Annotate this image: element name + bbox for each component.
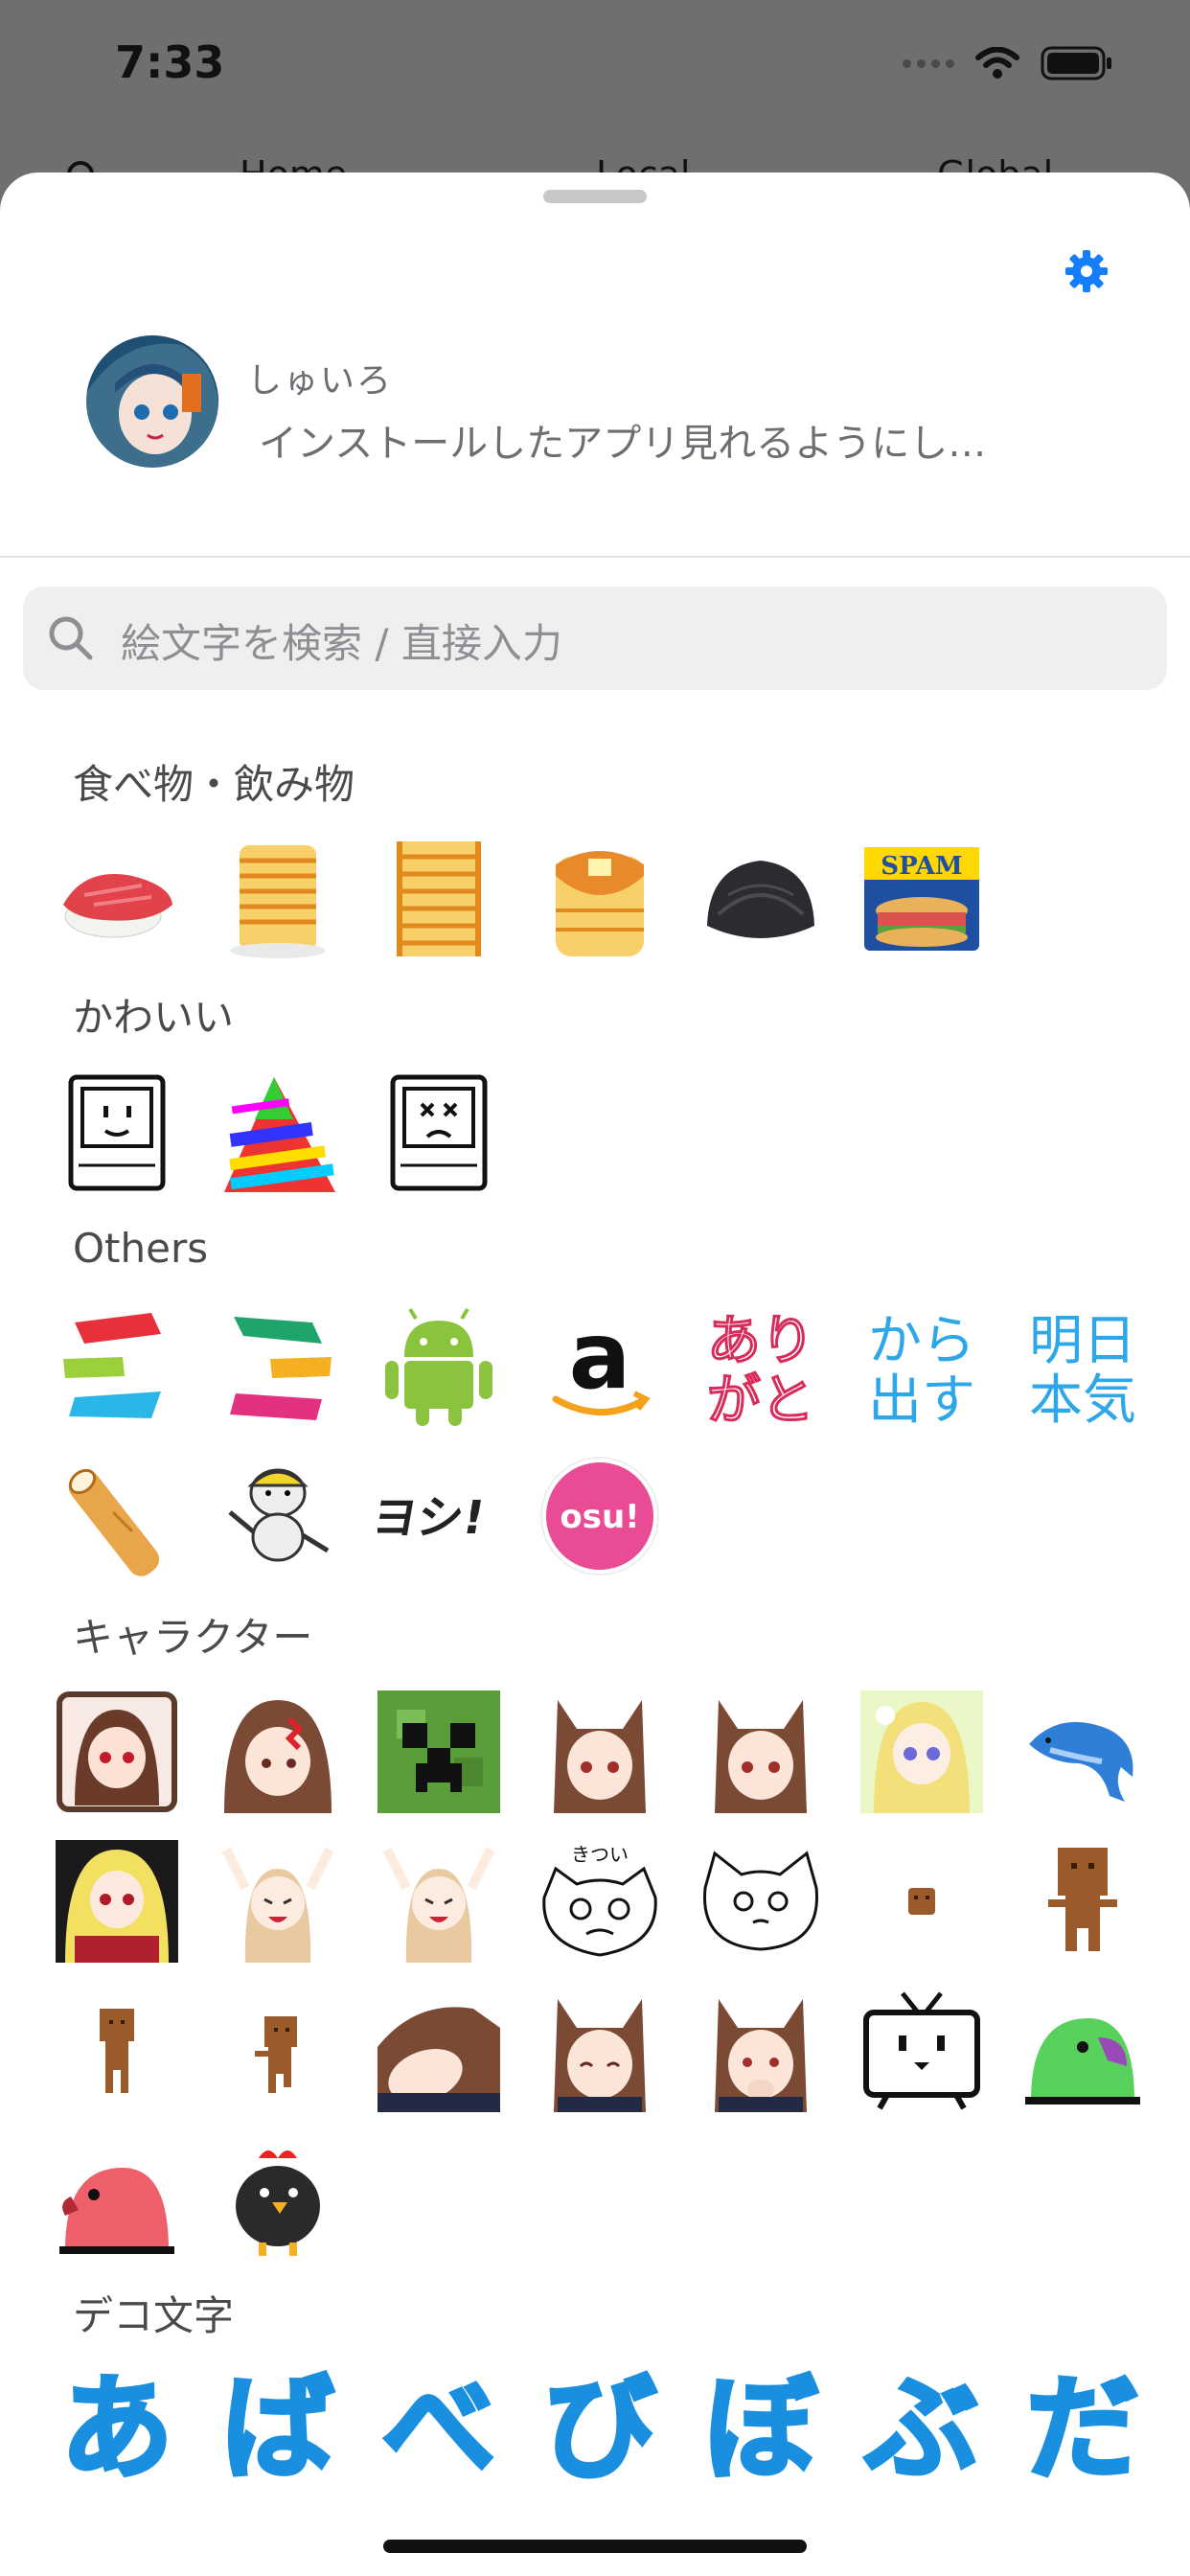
emoji-pancakes-2[interactable] — [378, 838, 500, 960]
emoji-grid-food: SPAM — [56, 838, 1138, 960]
section-title-food: 食べ物・飲み物 — [73, 761, 355, 808]
arigato-line-1: あり — [707, 1310, 814, 1372]
emoji-genba-neko[interactable] — [217, 1455, 339, 1577]
deco-char-a[interactable]: あ — [56, 2365, 178, 2492]
emoji-osu[interactable]: osu! — [538, 1455, 661, 1577]
emoji-grid-others: a あり がと から 出す 明日 本気 ヨシ! osu! — [56, 1305, 1138, 1577]
section-title-others: Others — [73, 1225, 209, 1272]
emoji-catgirl-2[interactable] — [699, 1690, 822, 1813]
ashita-line-2: 本気 — [1029, 1369, 1136, 1428]
emoji-sleeping-girl[interactable] — [378, 1990, 500, 2112]
deco-char-bo[interactable]: ぼ — [699, 2365, 822, 2492]
emoji-angry-girl[interactable] — [217, 1690, 339, 1813]
gear-icon[interactable] — [1064, 249, 1109, 293]
karadasu-line-2: 出す — [868, 1369, 975, 1428]
avatar[interactable] — [86, 335, 218, 468]
section-title-cute: かわいい — [73, 994, 235, 1041]
emoji-ashita-honki[interactable]: 明日 本気 — [1021, 1305, 1144, 1428]
deco-char-ba[interactable]: ば — [217, 2365, 339, 2492]
emoji-triple-bars[interactable] — [56, 1305, 178, 1428]
wifi-icon — [975, 47, 1019, 79]
section-title-deco: デコ文字 — [73, 2292, 235, 2339]
emoji-chicken[interactable] — [217, 2139, 339, 2262]
emoji-sushi[interactable] — [56, 838, 178, 960]
ashita-line-1: 明日 — [1029, 1310, 1136, 1372]
emoji-dolphin[interactable] — [1021, 1690, 1144, 1813]
emoji-party-parrot-red[interactable] — [56, 2139, 178, 2262]
emoji-girl-framed[interactable] — [56, 1690, 178, 1813]
emoji-party-parrot-green[interactable] — [1021, 1990, 1144, 2112]
battery-icon — [1041, 46, 1111, 80]
emoji-sad-mac[interactable] — [378, 1071, 500, 1194]
emoji-pixel-man-2[interactable] — [56, 1990, 178, 2112]
emoji-niconico-tv[interactable] — [860, 1990, 983, 2112]
emoji-pixel-man-3[interactable] — [217, 1990, 339, 2112]
home-indicator[interactable] — [383, 2540, 807, 2553]
emoji-clam[interactable] — [699, 838, 822, 960]
signal-icon — [903, 58, 954, 68]
emoji-happy-mac[interactable] — [56, 1071, 178, 1194]
emoji-amazon[interactable]: a — [538, 1305, 661, 1428]
osu-text: osu! — [560, 1498, 639, 1536]
status-icons — [903, 46, 1113, 80]
emoji-grid-deco: あ ば べ び ぼ ぶ だ — [56, 2365, 1141, 2492]
emoji-catgirl-hand[interactable] — [699, 1990, 822, 2112]
deco-char-da[interactable]: だ — [1021, 2365, 1144, 2492]
status-time: 7:33 — [115, 36, 225, 88]
emoji-cheer-girl-1[interactable] — [217, 1840, 339, 1963]
emoji-chikuwa[interactable] — [56, 1455, 178, 1577]
emoji-android[interactable] — [378, 1305, 500, 1428]
profile-row[interactable]: しゅいろ インストールしたアプリ見れるようにし… — [0, 335, 1190, 498]
emoji-goth-girl[interactable] — [56, 1840, 178, 1963]
emoji-pancake-syrup[interactable] — [538, 838, 661, 960]
emoji-blonde-girl[interactable] — [860, 1690, 983, 1813]
section-title-characters: キャラクター — [73, 1614, 313, 1661]
emoji-rainbow-party[interactable] — [217, 1071, 339, 1194]
svg-text:a: a — [569, 1305, 631, 1410]
emoji-yoshi[interactable]: ヨシ! — [378, 1455, 500, 1577]
emoji-grid-cute — [56, 1071, 1138, 1194]
emoji-catgirl-1[interactable] — [538, 1690, 661, 1813]
emoji-kitsui-cat[interactable]: きつい — [538, 1840, 661, 1963]
emoji-creeper[interactable] — [378, 1690, 500, 1813]
divider — [0, 556, 1190, 558]
karadasu-line-1: から — [868, 1310, 975, 1372]
emoji-spam[interactable]: SPAM — [860, 838, 983, 960]
deco-char-bi[interactable]: び — [538, 2365, 661, 2492]
spam-label: SPAM — [881, 852, 962, 881]
emoji-white-cat[interactable] — [699, 1840, 822, 1963]
kitsui-text: きつい — [571, 1843, 629, 1866]
status-bar: 7:33 — [0, 0, 1190, 134]
deco-char-be[interactable]: べ — [378, 2365, 500, 2492]
search-field[interactable]: 絵文字を検索 / 直接入力 — [23, 586, 1167, 690]
deco-char-bu[interactable]: ぶ — [860, 2365, 983, 2492]
search-icon — [49, 616, 93, 660]
status-message: インストールしたアプリ見れるようにし… — [259, 422, 987, 466]
emoji-karadasu[interactable]: から 出す — [860, 1305, 983, 1428]
emoji-picker-sheet: しゅいろ インストールしたアプリ見れるようにし… 絵文字を検索 / 直接入力 食… — [0, 172, 1190, 2576]
username: しゅいろ — [247, 361, 394, 401]
emoji-arigato[interactable]: あり がと — [699, 1305, 822, 1429]
emoji-catgirl-smile[interactable] — [538, 1990, 661, 2112]
search-placeholder: 絵文字を検索 / 直接入力 — [121, 620, 562, 667]
emoji-pancakes-1[interactable] — [217, 838, 339, 960]
emoji-pixel-head[interactable] — [860, 1840, 983, 1963]
sheet-grabber[interactable] — [543, 190, 647, 203]
arigato-line-2: がと — [707, 1369, 814, 1428]
yoshi-text: ヨシ! — [378, 1491, 489, 1545]
emoji-pixel-man-1[interactable] — [1021, 1840, 1144, 1963]
emoji-cheer-girl-2[interactable] — [378, 1840, 500, 1963]
emoji-grid-characters: きつい — [56, 1690, 1140, 2262]
emoji-triple-bars-reverse[interactable] — [217, 1305, 339, 1428]
